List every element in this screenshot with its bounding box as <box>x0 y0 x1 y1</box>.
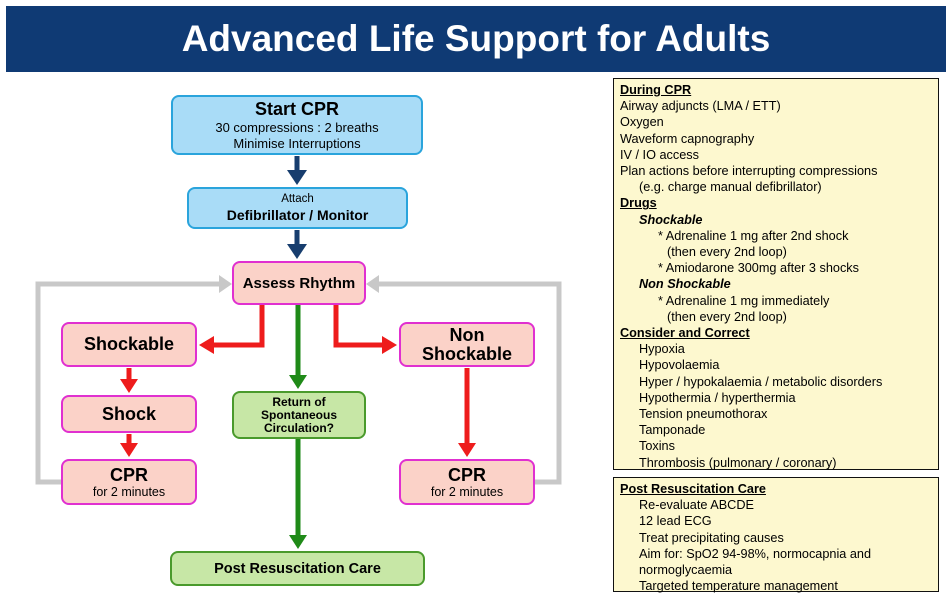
red-arrow-to-shock <box>120 368 138 393</box>
during-item: Airway adjuncts (LMA / ETT) <box>620 99 781 114</box>
rosc-line3: Circulation? <box>263 420 334 435</box>
consider-item: Hypovolaemia <box>639 358 720 373</box>
defibrillator-title: Defibrillator / Monitor <box>226 206 369 223</box>
consider-item: Thrombosis (pulmonary / coronary) <box>639 455 837 470</box>
assess-rhythm-box: Assess Rhythm <box>232 261 366 305</box>
post-care-item: 12 lead ECG <box>639 514 712 529</box>
cpr-right-title: CPR <box>447 464 486 485</box>
drug-item-note: (then every 2nd loop) <box>667 245 787 260</box>
drug-item-note: (then every 2nd loop) <box>667 309 787 324</box>
consider-item: Hypothermia / hyperthermia <box>639 390 796 405</box>
start-cpr-line1: 30 compressions : 2 breaths <box>215 119 379 135</box>
green-arrow-to-rosc <box>289 305 307 389</box>
red-arrow-to-shockable <box>199 305 265 354</box>
drug-item: * Adrenaline 1 mg after 2nd shock <box>658 228 849 243</box>
drugs-heading: Drugs <box>620 196 657 211</box>
consider-item: Toxins <box>639 439 675 454</box>
cpr-left-title: CPR <box>109 464 148 485</box>
during-item: Plan actions before interrupting compres… <box>620 164 878 179</box>
during-item: Oxygen <box>620 115 664 130</box>
cpr-left-box: CPR for 2 minutes <box>61 459 197 505</box>
red-arrow-to-nonshockable <box>333 305 397 354</box>
non-shockable-box: Non Shockable <box>399 322 535 367</box>
loop-arrow-right <box>366 275 562 485</box>
navy-arrow-1 <box>287 156 307 185</box>
post-resuscitation-care-box: Post Resuscitation Care <box>170 551 425 586</box>
navy-arrow-2 <box>287 230 307 259</box>
cpr-right-sub: for 2 minutes <box>430 484 504 499</box>
shock-box: Shock <box>61 395 197 433</box>
post-care-item: Targeted temperature management <box>639 579 838 594</box>
loop-arrow-left <box>35 275 232 485</box>
during-cpr-panel: During CPR Airway adjuncts (LMA / ETT) O… <box>613 78 939 470</box>
non-shockable-line2: Shockable <box>421 343 513 364</box>
post-care-item: Re-evaluate ABCDE <box>639 498 754 513</box>
during-item: IV / IO access <box>620 147 699 162</box>
defibrillator-box: Attach Defibrillator / Monitor <box>187 187 408 229</box>
drug-item: * Amiodarone 300mg after 3 shocks <box>658 261 859 276</box>
post-care-item: Treat precipitating causes <box>639 530 784 545</box>
consider-heading: Consider and Correct <box>620 326 750 341</box>
drug-item: * Adrenaline 1 mg immediately <box>658 293 830 308</box>
post-care-item: Aim for: SpO2 94-98%, normocapnia and <box>639 546 872 561</box>
page-title: Advanced Life Support for Adults <box>6 6 946 72</box>
start-cpr-title: Start CPR <box>254 98 339 119</box>
consider-item: Tension pneumothorax <box>639 407 768 422</box>
drugs-nonshockable-heading: Non Shockable <box>639 277 731 292</box>
rosc-line1: Return of <box>272 394 326 409</box>
cpr-left-sub: for 2 minutes <box>92 484 166 499</box>
post-care-item: normoglycaemia <box>639 563 733 578</box>
drugs-shockable-heading: Shockable <box>639 212 703 227</box>
shockable-box: Shockable <box>61 322 197 367</box>
red-arrow-to-cpr-left <box>120 434 138 457</box>
consider-item: Hyper / hypokalaemia / metabolic disorde… <box>639 374 883 389</box>
during-item-note: (e.g. charge manual defibrillator) <box>639 180 822 195</box>
rosc-line2: Spontaneous <box>260 407 337 422</box>
start-cpr-box: Start CPR 30 compressions : 2 breaths Mi… <box>171 95 423 155</box>
during-item: Waveform capnography <box>620 131 755 146</box>
consider-item: Hypoxia <box>639 342 685 357</box>
attach-label: Attach <box>281 192 314 205</box>
rosc-box: Return of Spontaneous Circulation? <box>232 391 366 439</box>
cpr-right-box: CPR for 2 minutes <box>399 459 535 505</box>
post-resuscitation-panel: Post Resuscitation Care Re-evaluate ABCD… <box>613 477 939 594</box>
non-shockable-line1: Non <box>449 324 485 345</box>
red-arrow-to-cpr-right <box>458 368 476 457</box>
green-arrow-to-post-care <box>289 439 307 549</box>
during-cpr-heading: During CPR <box>620 83 692 97</box>
start-cpr-line2: Minimise Interruptions <box>233 135 361 151</box>
post-care-heading: Post Resuscitation Care <box>620 482 766 496</box>
consider-item: Tamponade <box>639 423 706 438</box>
